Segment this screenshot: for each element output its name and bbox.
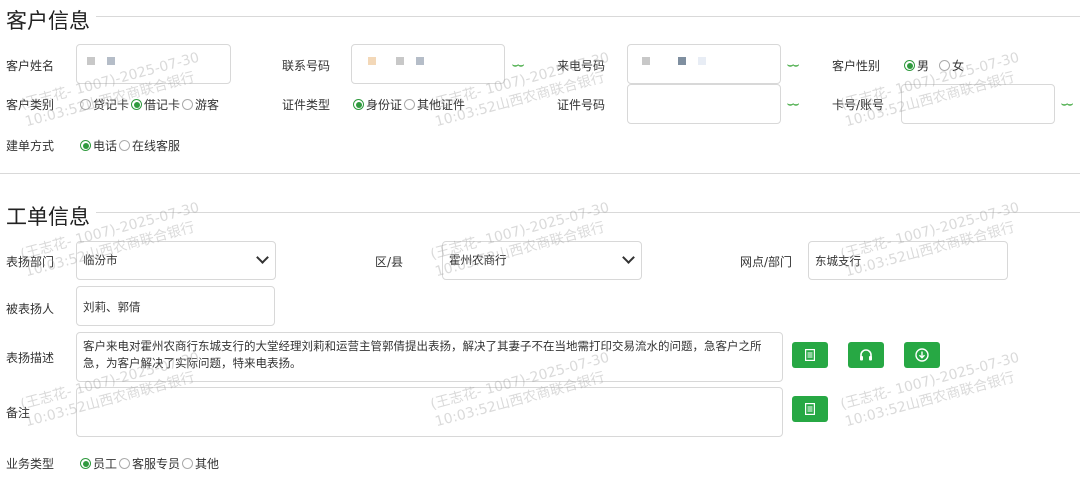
praise-desc-label: 表扬描述 — [6, 351, 55, 365]
biz-other-option[interactable]: 其他 — [182, 455, 219, 472]
category-credit-option[interactable]: 贷记卡 — [80, 96, 129, 113]
desc-download-button[interactable] — [904, 342, 940, 368]
create-phone-option[interactable]: 电话 — [80, 137, 117, 154]
remark-document-button[interactable] — [792, 396, 828, 422]
praise-dept-select[interactable]: 临汾市 — [76, 241, 276, 280]
praise-desc-textarea[interactable]: 客户来电对霍州农商行东城支行的大堂经理刘莉和运营主管郭倩提出表扬，解决了其妻子不… — [76, 332, 783, 382]
download-circle-icon — [915, 348, 929, 362]
document-icon — [805, 349, 815, 361]
county-value: 霍州农商行 — [449, 253, 507, 267]
biz-type-label: 业务类型 — [6, 457, 55, 471]
section-divider — [0, 173, 1080, 174]
biz-type-radio-group: 员工 客服专员 其他 — [80, 455, 221, 472]
order-title-rule — [96, 212, 1080, 213]
branch-input[interactable]: 东城支行 — [808, 241, 1008, 280]
document-icon — [805, 403, 815, 415]
customer-name-label: 客户姓名 — [6, 59, 55, 73]
incoming-phone-eye-icon[interactable]: ⌣⌣ — [787, 60, 799, 71]
biz-cs-option[interactable]: 客服专员 — [119, 455, 180, 472]
card-number-input[interactable] — [901, 84, 1055, 124]
gender-label: 客户性别 — [832, 59, 881, 73]
gender-female-option[interactable]: 女 — [939, 57, 964, 74]
remark-textarea[interactable] — [76, 387, 783, 437]
desc-document-button[interactable] — [792, 342, 828, 368]
branch-label: 网点/部门 — [740, 255, 793, 269]
customer-title-rule — [96, 16, 1080, 17]
id-type-label: 证件类型 — [282, 98, 331, 112]
incoming-phone-input[interactable] — [627, 44, 781, 84]
contact-phone-eye-icon[interactable]: ⌣⌣ — [512, 60, 524, 71]
customer-name-input[interactable] — [76, 44, 231, 84]
branch-value: 东城支行 — [815, 254, 861, 268]
order-section-title: 工单信息 — [6, 205, 90, 229]
praised-person-value: 刘莉、郭倩 — [83, 300, 141, 314]
county-select[interactable]: 霍州农商行 — [442, 241, 642, 280]
customer-section-title: 客户信息 — [6, 9, 90, 33]
headphones-icon — [860, 349, 872, 361]
create-method-label: 建单方式 — [6, 139, 55, 153]
card-number-label: 卡号/账号 — [832, 98, 885, 112]
gender-male-option[interactable]: 男 — [904, 57, 929, 74]
contact-phone-label: 联系号码 — [282, 59, 331, 73]
customer-category-label: 客户类别 — [6, 98, 55, 112]
category-visitor-option[interactable]: 游客 — [182, 96, 219, 113]
praised-person-input[interactable]: 刘莉、郭倩 — [76, 286, 275, 326]
incoming-phone-label: 来电号码 — [557, 59, 606, 73]
id-type-idcard-option[interactable]: 身份证 — [353, 96, 402, 113]
create-online-option[interactable]: 在线客服 — [119, 137, 180, 154]
gender-radio-group: 男 女 — [904, 57, 966, 74]
chevron-down-icon — [256, 251, 269, 264]
id-type-other-option[interactable]: 其他证件 — [404, 96, 465, 113]
county-label: 区/县 — [375, 255, 404, 269]
card-number-eye-icon[interactable]: ⌣⌣ — [1061, 99, 1073, 110]
contact-phone-input[interactable] — [351, 44, 505, 84]
id-type-radio-group: 身份证 其他证件 — [353, 96, 467, 113]
id-number-label: 证件号码 — [557, 98, 606, 112]
praise-dept-value: 临汾市 — [83, 253, 118, 267]
category-debit-option[interactable]: 借记卡 — [131, 96, 180, 113]
chevron-down-icon — [622, 251, 635, 264]
praise-desc-value: 客户来电对霍州农商行东城支行的大堂经理刘莉和运营主管郭倩提出表扬，解决了其妻子不… — [83, 339, 762, 370]
remark-label: 备注 — [6, 406, 31, 420]
customer-category-radio-group: 贷记卡 借记卡 游客 — [80, 96, 221, 113]
praised-person-label: 被表扬人 — [6, 302, 55, 316]
praise-dept-label: 表扬部门 — [6, 255, 55, 269]
id-number-input[interactable] — [627, 84, 781, 124]
id-number-eye-icon[interactable]: ⌣⌣ — [787, 99, 799, 110]
desc-headphones-button[interactable] — [848, 342, 884, 368]
create-method-radio-group: 电话 在线客服 — [80, 137, 182, 154]
biz-staff-option[interactable]: 员工 — [80, 455, 117, 472]
